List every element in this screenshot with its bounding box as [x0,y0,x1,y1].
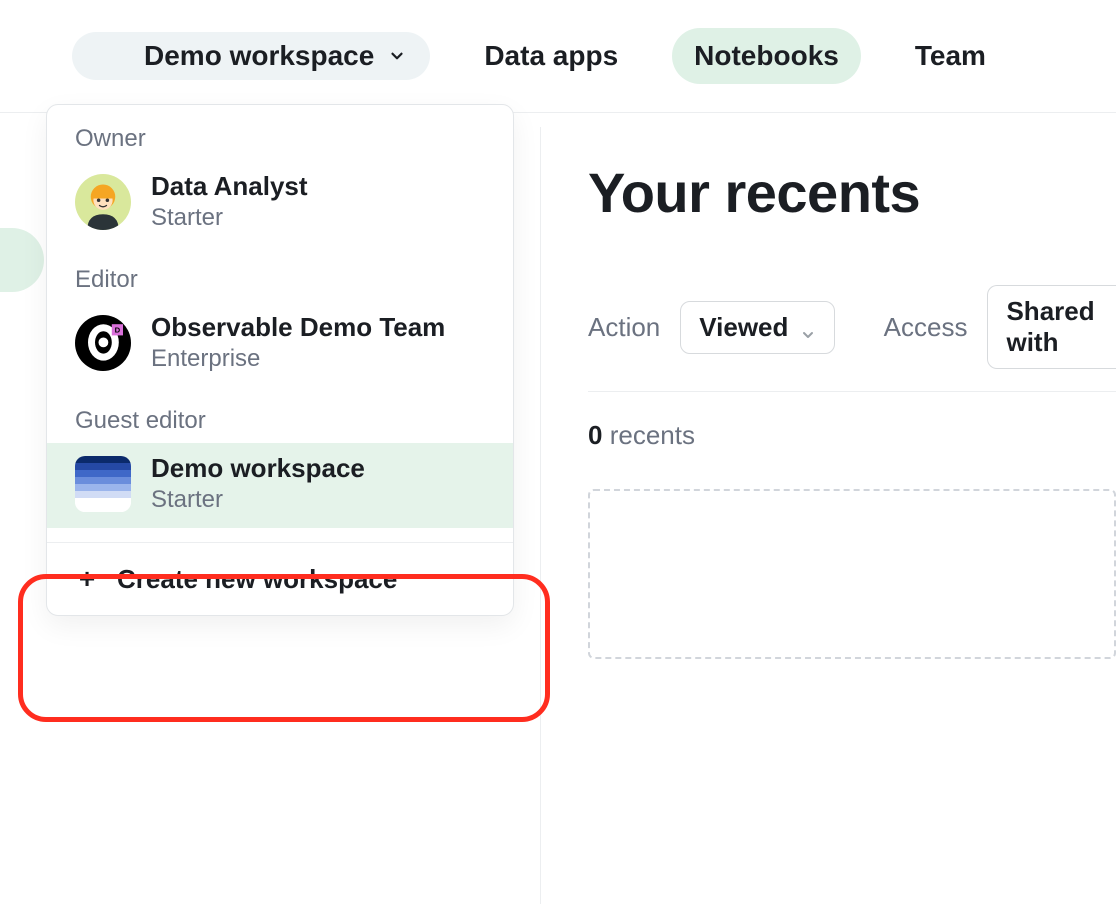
filter-access-value: Shared with [1006,296,1108,358]
sidebar-peek [0,228,44,292]
chevron-down-icon [388,47,406,65]
empty-recents-placeholder [588,489,1116,659]
avatar-analyst-icon [75,174,131,230]
filter-action-select[interactable]: Viewed [680,301,835,354]
create-new-workspace-label: Create new workspace [117,564,397,595]
workspace-item-observable-demo-team[interactable]: D Observable Demo Team Enterprise [47,302,513,387]
plus-icon: + [75,563,99,595]
vertical-divider [540,127,541,904]
workspace-item-demo-workspace[interactable]: Demo workspace Starter [47,443,513,528]
top-navigation: Demo workspace Data apps Notebooks Team [0,0,1116,113]
recents-count-word: recents [610,420,695,450]
workspace-item-plan: Starter [151,486,365,514]
filter-row: Action Viewed Access Shared with [588,285,1116,392]
workspace-item-name: Observable Demo Team [151,312,445,343]
dropdown-section-editor: Editor [47,246,513,302]
page-title: Your recents [588,160,1116,225]
avatar-observable-icon: D [75,315,131,371]
workspace-name: Demo workspace [144,40,374,72]
workspace-item-name: Data Analyst [151,171,308,202]
workspace-item-data-analyst[interactable]: Data Analyst Starter [47,161,513,246]
workspace-item-name: Demo workspace [151,453,365,484]
filter-access-select[interactable]: Shared with [987,285,1116,369]
workspace-dropdown: Owner Data Analyst Starter Editor [46,104,514,616]
dropdown-section-owner: Owner [47,105,513,161]
filter-access-label: Access [884,312,968,343]
workspace-item-plan: Starter [151,204,308,232]
workspace-switcher[interactable]: Demo workspace [72,32,430,80]
nav-team[interactable]: Team [893,28,1008,84]
dropdown-section-guest-editor: Guest editor [47,387,513,443]
filter-action-label: Action [588,312,660,343]
main-content: Your recents Action Viewed Access Shared… [588,160,1116,659]
create-new-workspace-button[interactable]: + Create new workspace [47,542,513,615]
workspace-item-plan: Enterprise [151,345,445,373]
nav-notebooks[interactable]: Notebooks [672,28,861,84]
svg-text:D: D [114,326,120,335]
filter-action-value: Viewed [699,312,788,343]
nav-data-apps[interactable]: Data apps [462,28,640,84]
avatar-demo-workspace-icon [75,456,131,512]
recents-count: 0 recents [588,420,1116,451]
recents-count-number: 0 [588,420,602,450]
chevron-down-icon [800,319,816,335]
